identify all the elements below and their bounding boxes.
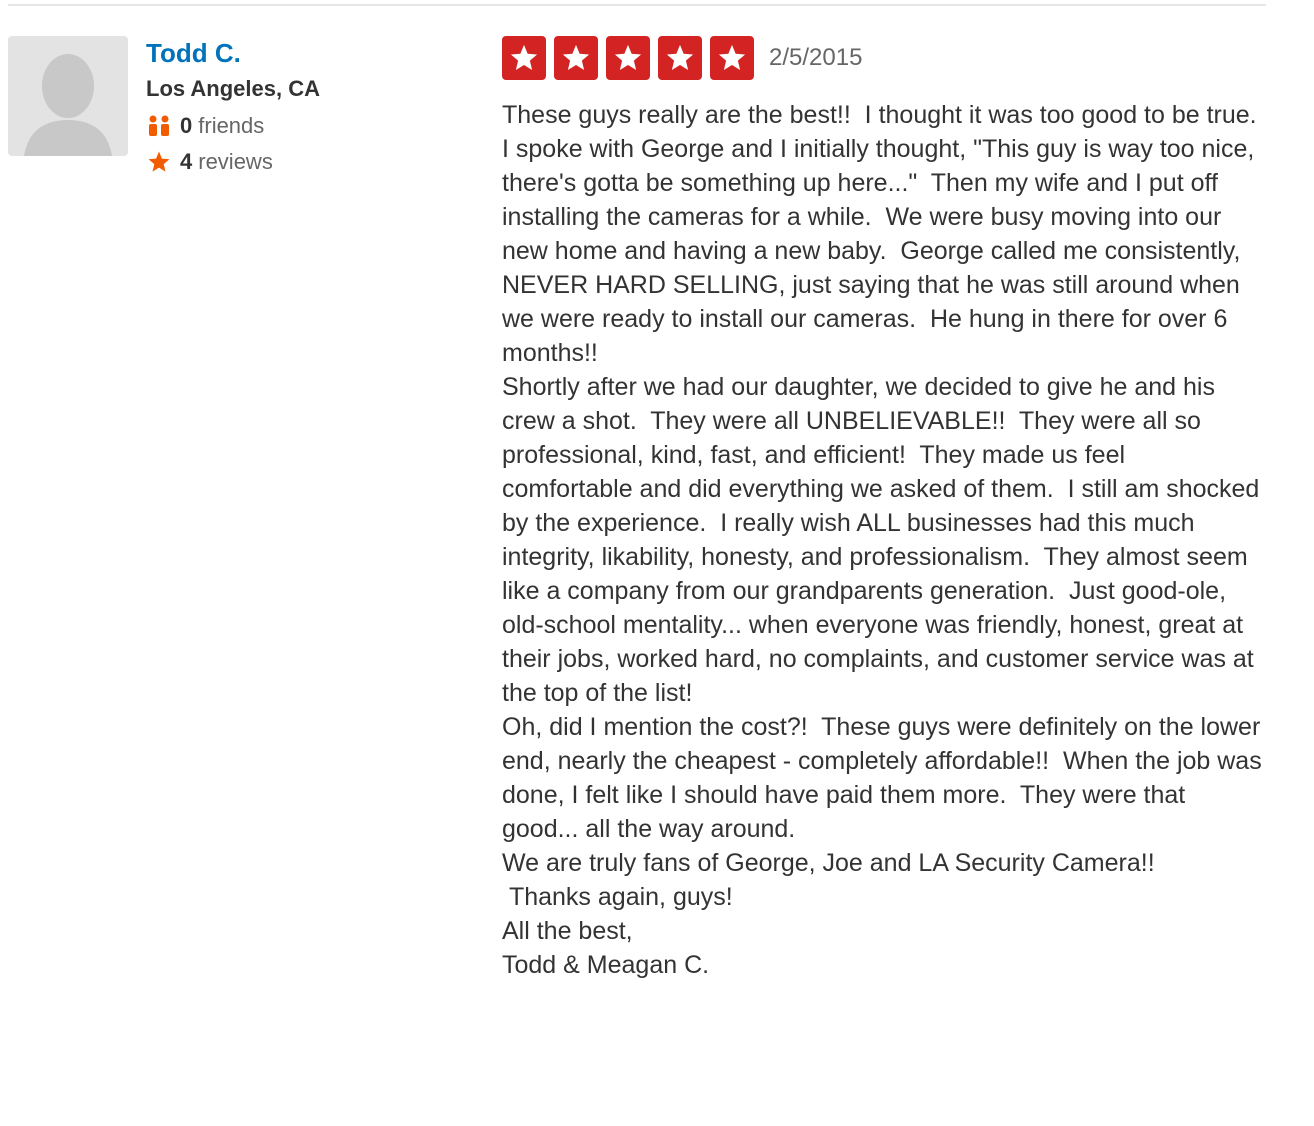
user-location: Los Angeles, CA xyxy=(146,76,320,101)
user-info: Todd C. Los Angeles, CA 0 friends 4 revi… xyxy=(146,36,320,180)
friends-count: 0 xyxy=(180,113,193,138)
user-avatar[interactable] xyxy=(8,36,128,156)
reviews-count: 4 xyxy=(180,149,193,174)
top-divider xyxy=(8,4,1266,6)
review: 2/5/2015 These guys really are the best!… xyxy=(502,36,1262,982)
reviews-label: reviews xyxy=(198,149,273,174)
friends-stat: 0 friends xyxy=(146,108,320,144)
review-text: These guys really are the best!! I thoug… xyxy=(502,101,1262,979)
friends-icon xyxy=(146,113,172,139)
review-date: 2/5/2015 xyxy=(769,44,863,71)
rating-star-icon xyxy=(606,36,650,80)
friends-label: friends xyxy=(198,113,265,138)
star-rating xyxy=(502,36,762,80)
rating-star-icon xyxy=(554,36,598,80)
avatar-silhouette-icon xyxy=(8,36,128,156)
rating-star-icon xyxy=(658,36,702,80)
rating-star-icon xyxy=(710,36,754,80)
rating-star-icon xyxy=(502,36,546,80)
rating-row: 2/5/2015 xyxy=(502,36,1262,80)
user-name-link[interactable]: Todd C. xyxy=(146,36,320,70)
star-icon xyxy=(146,149,172,175)
reviews-stat: 4 reviews xyxy=(146,144,320,180)
